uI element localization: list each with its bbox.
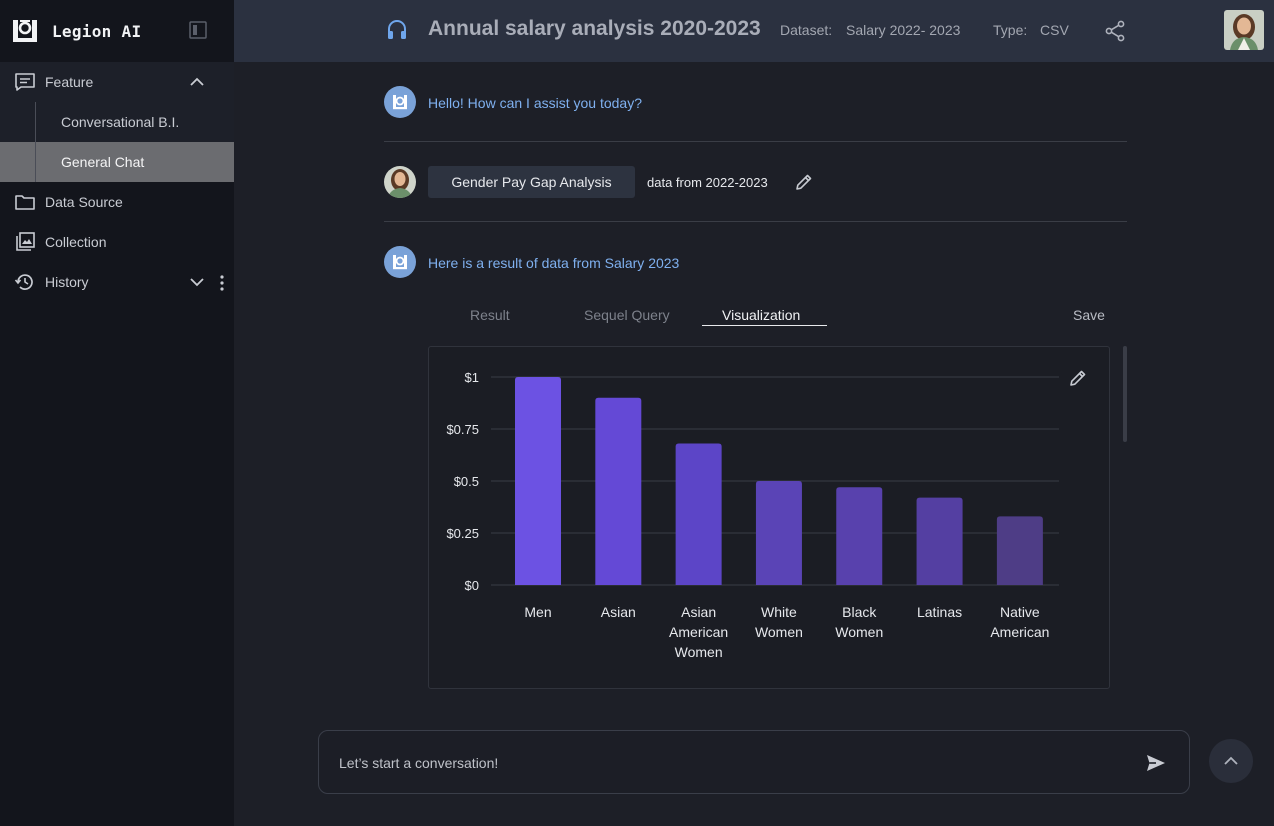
- user-query-note: data from 2022-2023: [647, 175, 768, 190]
- app-name: Legion AI: [52, 21, 142, 41]
- tab-result[interactable]: Result: [470, 307, 510, 323]
- scroll-to-top-button[interactable]: [1209, 739, 1253, 783]
- bot-avatar: [384, 86, 416, 118]
- y-tick-label: $0.25: [446, 526, 479, 541]
- bot-result-intro: Here is a result of data from Salary 202…: [428, 255, 680, 271]
- message-divider: [384, 141, 1127, 142]
- chart-scrollbar[interactable]: [1123, 346, 1127, 442]
- history-icon: [14, 274, 33, 290]
- chart-card: $0 $0.25 $0.5 $0.75 $1 Men Asian Asian American W…: [428, 346, 1110, 689]
- bar: [996, 516, 1043, 585]
- chat-input-box: [318, 730, 1190, 794]
- active-tab-indicator: [702, 325, 827, 326]
- user-avatar[interactable]: [1224, 10, 1264, 50]
- sidebar-subitem-label: Conversational B.I.: [61, 114, 180, 130]
- type-label: Type:: [993, 22, 1028, 38]
- x-category-label: White Women: [755, 604, 803, 640]
- sidebar-item-history[interactable]: History: [0, 262, 234, 302]
- folder-icon: [15, 195, 35, 210]
- feature-submenu: Conversational B.I. General Chat: [0, 102, 234, 182]
- sidebar-item-collection[interactable]: Collection: [0, 222, 234, 262]
- bot-logo-icon: [393, 255, 407, 270]
- x-category-label: Latinas: [917, 604, 962, 620]
- x-category-label: Black Women: [835, 604, 883, 640]
- edit-chart-icon[interactable]: [1067, 367, 1089, 389]
- bot-avatar: [384, 246, 416, 278]
- bar: [515, 377, 561, 585]
- brand[interactable]: Legion AI: [12, 17, 141, 45]
- message-divider: [384, 221, 1127, 222]
- user-photo-icon: [384, 166, 416, 198]
- bar: [836, 487, 883, 585]
- user-message-avatar: [384, 166, 416, 198]
- bar-chart: $0 $0.25 $0.5 $0.75 $1 Men Asian Asian American W…: [446, 370, 1059, 660]
- y-tick-label: $0.75: [446, 422, 479, 437]
- edit-message-icon[interactable]: [793, 171, 815, 193]
- tab-sequel-query[interactable]: Sequel Query: [584, 307, 670, 323]
- share-icon[interactable]: [1104, 20, 1126, 42]
- type-value: CSV: [1040, 22, 1069, 38]
- bot-logo-icon: [393, 95, 407, 110]
- save-button[interactable]: Save: [1073, 307, 1105, 323]
- bar: [916, 497, 963, 585]
- y-tick-label: $1: [465, 370, 479, 385]
- sidebar: Legion AI Feature Conversational B.I. Ge…: [0, 0, 234, 826]
- legion-logo-icon: [13, 20, 37, 42]
- collapse-sidebar-icon[interactable]: [188, 20, 208, 40]
- y-tick-label: $0.5: [454, 474, 479, 489]
- image-collection-icon: [16, 232, 35, 251]
- user-photo-icon: [1224, 10, 1264, 50]
- tab-visualization[interactable]: Visualization: [722, 307, 800, 323]
- chevron-up-icon: [1224, 756, 1238, 765]
- dataset-label: Dataset:: [780, 22, 833, 38]
- sidebar-subitem-label: General Chat: [61, 154, 145, 170]
- sidebar-item-label: Collection: [45, 234, 107, 250]
- bot-greeting: Hello! How can I assist you today?: [428, 95, 642, 111]
- submenu-guide-line: [35, 102, 36, 182]
- y-tick-label: $0: [465, 578, 479, 593]
- sidebar-item-data-source[interactable]: Data Source: [0, 182, 234, 222]
- page-title: Annual salary analysis 2020-2023: [428, 17, 761, 40]
- sidebar-item-feature[interactable]: Feature: [0, 62, 234, 102]
- chat-icon: [15, 73, 35, 91]
- user-query-chip[interactable]: Gender Pay Gap Analysis: [428, 166, 635, 198]
- bar: [675, 443, 722, 585]
- x-category-label: Asian American Women: [669, 604, 728, 660]
- chevron-up-icon[interactable]: [189, 75, 205, 89]
- top-header: Annual salary analysis 2020-2023 Dataset…: [234, 0, 1274, 62]
- more-vertical-icon[interactable]: [220, 275, 224, 291]
- send-icon[interactable]: [1145, 752, 1167, 774]
- x-category-label: Asian: [601, 604, 636, 620]
- sidebar-item-label: Feature: [45, 74, 94, 90]
- bar: [755, 481, 802, 585]
- sidebar-item-label: Data Source: [45, 194, 123, 210]
- chevron-down-icon[interactable]: [189, 275, 205, 289]
- x-category-label: Native American: [990, 604, 1049, 640]
- sidebar-item-label: History: [45, 274, 89, 290]
- chat-input[interactable]: [339, 751, 1119, 775]
- dataset-value: Salary 2022- 2023: [846, 22, 961, 38]
- headset-icon: [388, 20, 406, 39]
- bar: [595, 397, 642, 585]
- x-category-label: Men: [524, 604, 551, 620]
